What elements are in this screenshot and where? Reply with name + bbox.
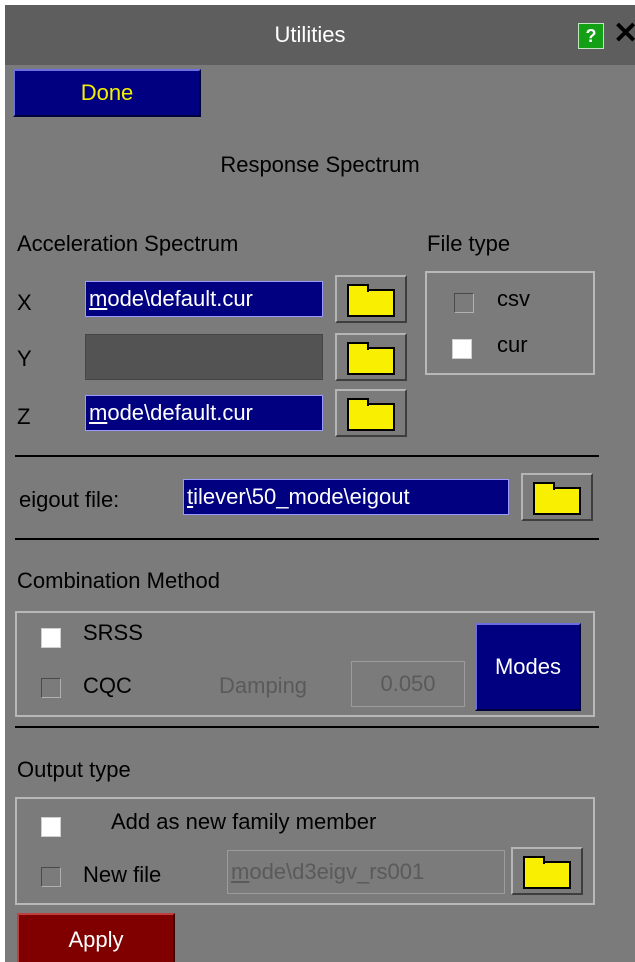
new-file-browse-button[interactable] (511, 847, 583, 895)
eigout-field-value: ilever\50_mode\eigout (193, 484, 410, 509)
section-title: Response Spectrum (220, 152, 420, 177)
new-file-checkbox[interactable] (41, 867, 61, 887)
eigout-file-field[interactable]: tilever\50_mode\eigout (183, 479, 509, 515)
damping-label: Damping (219, 673, 308, 698)
y-spectrum-field[interactable] (85, 334, 323, 380)
divider (15, 726, 599, 728)
modes-button[interactable]: Modes (475, 623, 581, 711)
srss-label: SRSS (83, 620, 143, 645)
new-file-field[interactable]: mode\d3eigv_rs001 (227, 850, 505, 894)
z-browse-button[interactable] (335, 389, 407, 437)
output-heading: Output type (17, 757, 131, 782)
utilities-panel: Utilities ? ✕ Done Response Spectrum Acc… (5, 5, 635, 962)
acceleration-heading: Acceleration Spectrum (17, 231, 239, 256)
folder-icon (347, 284, 395, 317)
y-browse-button[interactable] (335, 333, 407, 381)
z-field-value: ode\default.cur (107, 400, 253, 425)
csv-checkbox[interactable] (454, 293, 474, 313)
x-field-value: ode\default.cur (107, 286, 253, 311)
file-type-heading: File type (427, 231, 511, 256)
z-spectrum-field[interactable]: mode\default.cur (85, 395, 323, 431)
close-icon[interactable]: ✕ (613, 19, 635, 49)
csv-label: csv (497, 286, 530, 311)
window-title: Utilities (274, 22, 346, 47)
new-file-label: New file (83, 862, 162, 887)
apply-button[interactable]: Apply (17, 913, 175, 962)
folder-icon (347, 398, 395, 431)
x-label: X (17, 290, 32, 315)
divider (15, 455, 599, 457)
x-spectrum-field[interactable]: mode\default.cur (85, 281, 323, 317)
folder-icon (533, 482, 581, 515)
new-file-value: ode\d3eigv_rs001 (249, 859, 425, 884)
cqc-checkbox[interactable] (41, 678, 61, 698)
output-group: Add as new family member New file mode\d… (15, 797, 595, 905)
eigout-label: eigout file: (19, 487, 120, 512)
new-file-caret: m (231, 859, 250, 884)
y-label: Y (17, 346, 32, 371)
cur-checkbox[interactable] (452, 339, 472, 359)
damping-field[interactable]: 0.050 (351, 661, 465, 707)
help-button[interactable]: ? (578, 23, 604, 49)
add-member-label: Add as new family member (111, 809, 377, 834)
x-field-caret: m (89, 286, 108, 311)
srss-checkbox[interactable] (41, 628, 61, 648)
title-bar: Utilities ? ✕ (5, 5, 635, 65)
folder-icon (523, 856, 571, 889)
combination-heading: Combination Method (17, 568, 221, 593)
folder-icon (347, 342, 395, 375)
add-member-checkbox[interactable] (41, 817, 61, 837)
z-label: Z (17, 404, 31, 429)
file-type-group: csv cur (425, 271, 595, 375)
x-browse-button[interactable] (335, 275, 407, 323)
done-button[interactable]: Done (13, 69, 201, 117)
z-field-caret: m (89, 400, 108, 425)
divider (15, 538, 599, 540)
cqc-label: CQC (83, 673, 132, 698)
eigout-browse-button[interactable] (521, 473, 593, 521)
cur-label: cur (497, 332, 528, 357)
